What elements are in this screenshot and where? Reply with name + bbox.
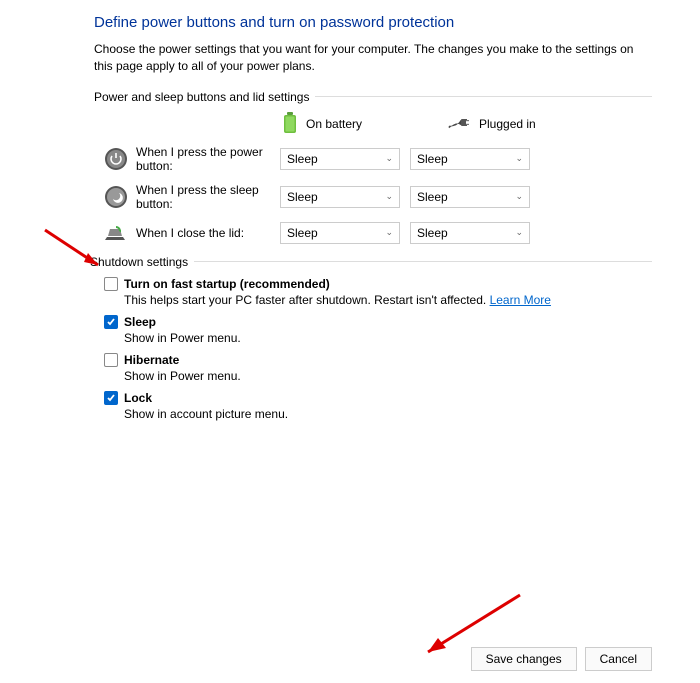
fast-startup-checkbox[interactable] <box>104 277 118 291</box>
sleep-button-battery-select[interactable]: Sleep ⌄ <box>280 186 400 208</box>
power-button-label: When I press the power button: <box>136 145 280 173</box>
chevron-down-icon: ⌄ <box>515 153 523 164</box>
close-lid-icon <box>104 221 128 245</box>
chevron-down-icon: ⌄ <box>385 191 393 202</box>
battery-icon <box>282 112 298 137</box>
cancel-button[interactable]: Cancel <box>585 647 652 671</box>
section-shutdown: Shutdown settings <box>90 255 652 269</box>
lock-label: Lock <box>124 391 152 405</box>
fast-startup-desc: This helps start your PC faster after sh… <box>124 293 652 307</box>
sleep-button-plugged-select[interactable]: Sleep ⌄ <box>410 186 530 208</box>
learn-more-link[interactable]: Learn More <box>490 293 551 307</box>
chevron-down-icon: ⌄ <box>385 153 393 164</box>
section-shutdown-label: Shutdown settings <box>90 255 188 269</box>
close-lid-label: When I close the lid: <box>136 226 280 240</box>
sleep-desc: Show in Power menu. <box>124 331 652 345</box>
hibernate-checkbox[interactable] <box>104 353 118 367</box>
page-title: Define power buttons and turn on passwor… <box>94 14 652 31</box>
hibernate-desc: Show in Power menu. <box>124 369 652 383</box>
sleep-button-icon <box>104 185 128 209</box>
hibernate-label: Hibernate <box>124 353 179 367</box>
lock-checkbox[interactable] <box>104 391 118 405</box>
sleep-button-label: When I press the sleep button: <box>136 183 280 211</box>
power-button-battery-select[interactable]: Sleep ⌄ <box>280 148 400 170</box>
close-lid-battery-select[interactable]: Sleep ⌄ <box>280 222 400 244</box>
power-button-plugged-select[interactable]: Sleep ⌄ <box>410 148 530 170</box>
column-on-battery-label: On battery <box>306 117 362 131</box>
page-description: Choose the power settings that you want … <box>94 41 652 76</box>
section-power-sleep-label: Power and sleep buttons and lid settings <box>94 90 309 104</box>
chevron-down-icon: ⌄ <box>385 227 393 238</box>
plug-icon <box>447 116 471 133</box>
column-on-battery: On battery <box>282 112 447 137</box>
power-button-icon <box>104 147 128 171</box>
close-lid-plugged-select[interactable]: Sleep ⌄ <box>410 222 530 244</box>
chevron-down-icon: ⌄ <box>515 227 523 238</box>
sleep-label: Sleep <box>124 315 156 329</box>
save-changes-button[interactable]: Save changes <box>471 647 577 671</box>
section-power-sleep: Power and sleep buttons and lid settings <box>94 90 652 104</box>
column-plugged-in-label: Plugged in <box>479 117 536 131</box>
fast-startup-label: Turn on fast startup (recommended) <box>124 277 330 291</box>
lock-desc: Show in account picture menu. <box>124 407 652 421</box>
column-plugged-in: Plugged in <box>447 112 612 137</box>
chevron-down-icon: ⌄ <box>515 191 523 202</box>
sleep-checkbox[interactable] <box>104 315 118 329</box>
